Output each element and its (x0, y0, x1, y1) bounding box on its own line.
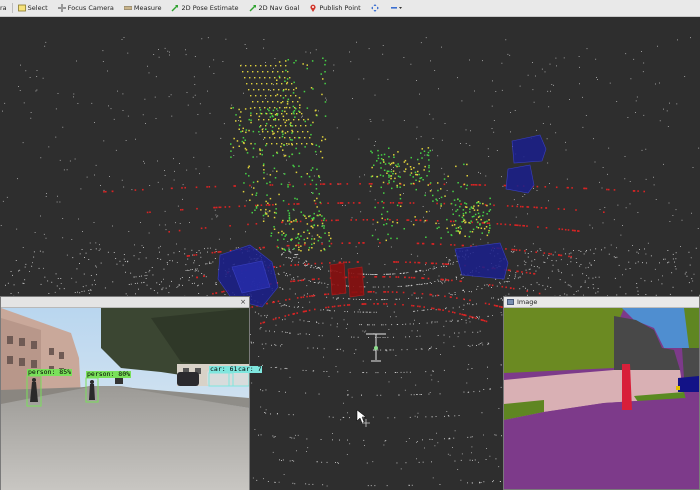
mouse-cursor-icon (356, 409, 367, 424)
tool-2d-pose-estimate-label: 2D Pose Estimate (181, 4, 239, 12)
segmentation-image (504, 308, 699, 489)
detection-label-person-1: person: 85% (27, 368, 73, 376)
detection-label-car-2: car: 7 (237, 365, 263, 373)
camera-detection-panel[interactable]: × person: 85% person: 80% car: 61 car: 7 (0, 296, 263, 490)
red-bounding-boxes (329, 262, 365, 298)
map-pin-icon (310, 4, 316, 12)
tool-2d-pose-estimate[interactable]: 2D Pose Estimate (166, 0, 243, 16)
move-camera-icon (370, 4, 379, 12)
bbox-pedestrian-2 (347, 266, 365, 298)
image-panel[interactable]: Image (503, 296, 700, 490)
segment-car (678, 376, 699, 392)
tool-interact-label: ra (0, 4, 7, 12)
nav-goal-arrow-icon (249, 5, 256, 12)
camera-image (1, 308, 249, 490)
image-panel-titlebar[interactable]: Image (504, 297, 699, 308)
tool-interact[interactable]: ra (0, 0, 12, 16)
tool-publish-point-label: Publish Point (319, 4, 361, 12)
bbox-car-right (454, 242, 509, 280)
tool-select-label: Select (27, 4, 48, 12)
tool-publish-point[interactable]: Publish Point (304, 0, 365, 16)
detection-label-car-1: car: 61 (209, 365, 239, 373)
tool-2d-nav-goal-label: 2D Nav Goal (258, 4, 300, 12)
segment-vegetation-left (504, 308, 624, 373)
tool-move-camera[interactable] (366, 0, 386, 16)
tool-add-menu[interactable] (386, 0, 410, 16)
tool-measure[interactable]: Measure (119, 0, 167, 16)
segment-fence (682, 348, 699, 378)
pose-arrow-icon (171, 5, 179, 12)
tool-measure-label: Measure (133, 4, 162, 12)
tool-2d-nav-goal[interactable]: 2D Nav Goal (244, 0, 305, 16)
measure-icon (123, 6, 132, 10)
image-icon (507, 299, 514, 305)
blue-bounding-boxes (217, 134, 547, 308)
bbox-pedestrian-1 (329, 262, 347, 296)
select-icon (17, 4, 26, 12)
detection-label-person-2: person: 80% (86, 370, 132, 378)
bbox-car-far-1 (511, 134, 547, 164)
bbox-car-far-2 (505, 164, 535, 194)
rviz-toolbar: ra Select Focus Camera Measure 2D Pose E… (0, 0, 700, 17)
tool-focus-camera[interactable]: Focus Camera (53, 0, 119, 16)
close-icon[interactable]: × (240, 298, 246, 306)
minus-dropdown-icon (390, 7, 402, 9)
tool-select[interactable]: Select (13, 0, 53, 16)
tool-focus-camera-label: Focus Camera (67, 4, 114, 12)
robot-marker (366, 333, 386, 362)
image-panel-title: Image (517, 298, 538, 306)
focus-camera-icon (57, 4, 66, 12)
camera-panel-titlebar[interactable]: × (1, 297, 249, 308)
